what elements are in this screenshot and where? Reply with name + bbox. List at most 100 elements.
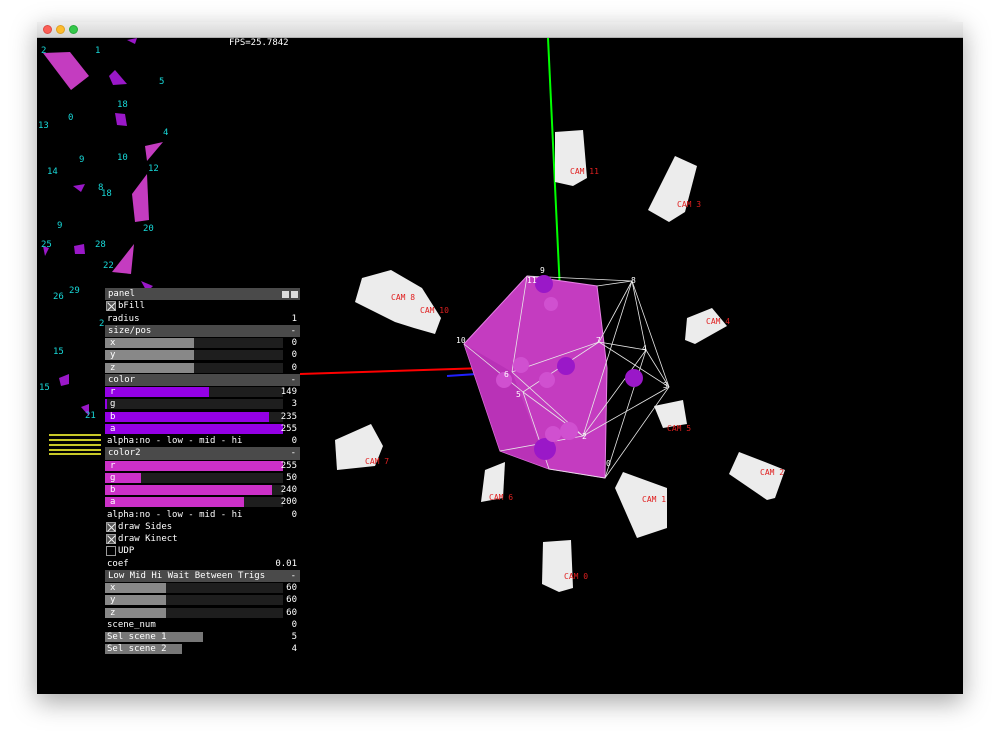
size-pos-y-slider[interactable]: y 0 <box>105 349 300 361</box>
gui-panel[interactable]: panel bFill radius 1 size/pos - x 0 y 0 … <box>105 288 300 656</box>
bfill-toggle[interactable]: bFill <box>105 300 300 312</box>
scene-num-row[interactable]: scene_num 0 <box>105 619 300 631</box>
vertex-label: 0 <box>606 459 611 468</box>
slider-value: 3 <box>291 399 297 410</box>
maximize-button[interactable] <box>69 25 78 34</box>
radius-value: 1 <box>291 313 297 324</box>
x-axis-line <box>299 367 486 375</box>
shape-label: 12 <box>148 164 159 174</box>
color2-header[interactable]: color2 - <box>105 447 300 460</box>
shape-label: 21 <box>85 411 96 421</box>
slider-value: 0 <box>291 338 297 348</box>
draw-kinect-checkbox[interactable] <box>106 534 116 544</box>
color2-a-slider[interactable]: a 200 <box>105 496 300 508</box>
alpha2-selector[interactable]: alpha:no - low - mid - hi 0 <box>105 509 300 521</box>
radius-label: radius <box>107 313 140 324</box>
shape-label: 22 <box>103 261 114 271</box>
panel-header[interactable]: panel <box>105 288 300 301</box>
minimize-button[interactable] <box>56 25 65 34</box>
trigs-header[interactable]: Low Mid Hi Wait Between Trigs - <box>105 569 300 582</box>
yellow-stripes <box>49 434 101 455</box>
close-button[interactable] <box>43 25 52 34</box>
camera-label: CAM 6 <box>489 493 513 502</box>
color2-g-slider[interactable]: g 50 <box>105 472 300 484</box>
draw-sides-checkbox[interactable] <box>106 521 116 532</box>
slider-value: 60 <box>286 595 297 606</box>
slider-value: 0 <box>291 350 297 361</box>
alpha2-label: alpha:no - low - mid - hi <box>107 509 243 520</box>
color-g-slider[interactable]: g 3 <box>105 398 300 410</box>
sel-scene-2-label: Sel scene 2 <box>107 644 167 655</box>
sel-scene-2-slider[interactable]: Sel scene 2 4 <box>105 643 300 655</box>
slider-label: g <box>110 472 116 483</box>
shape-label: 0 <box>68 113 73 123</box>
color-r-slider[interactable]: r 149 <box>105 386 300 398</box>
coef-value: 0.01 <box>275 558 297 569</box>
camera-label: CAM 10 <box>420 306 449 315</box>
shape-label: 9 <box>79 155 84 165</box>
shape-label: 18 <box>117 100 128 110</box>
refresh-icon[interactable] <box>282 291 289 298</box>
shape-label: 14 <box>47 167 58 177</box>
draw-kinect-toggle[interactable]: draw Kinect <box>105 533 300 545</box>
shape-label: 15 <box>39 383 50 393</box>
camera-shape <box>355 270 441 334</box>
udp-checkbox[interactable] <box>106 546 116 557</box>
coef-label: coef <box>107 558 129 569</box>
camera-label: CAM 2 <box>760 468 784 477</box>
alpha-selector[interactable]: alpha:no - low - mid - hi 0 <box>105 435 300 447</box>
camera-shape <box>685 308 727 344</box>
color-collapse[interactable]: - <box>291 374 296 386</box>
shape-label: 4 <box>163 128 168 138</box>
color2-title: color2 <box>108 448 141 459</box>
draw-kinect-label: draw Kinect <box>118 534 178 544</box>
slider-label: b <box>110 411 116 422</box>
slider-label: x <box>110 583 116 593</box>
slider-label: y <box>110 350 116 361</box>
slider-label: x <box>110 338 116 348</box>
save-icon[interactable] <box>291 291 298 298</box>
shape-label: 5 <box>159 77 164 87</box>
radius-row[interactable]: radius 1 <box>105 313 300 325</box>
fps-counter: FPS=25.7842 <box>229 38 289 48</box>
coef-row[interactable]: coef 0.01 <box>105 558 300 570</box>
vertex-label: 10 <box>456 336 466 345</box>
color2-collapse[interactable]: - <box>291 447 296 459</box>
trigs-x-slider[interactable]: x 60 <box>105 582 300 594</box>
alpha2-value: 0 <box>291 509 297 520</box>
polyhedron[interactable] <box>463 275 670 479</box>
sel-scene-1-slider[interactable]: Sel scene 1 5 <box>105 631 300 643</box>
trigs-z-slider[interactable]: z 60 <box>105 607 300 619</box>
slider-value: 200 <box>280 497 297 508</box>
slider-label: z <box>110 607 116 618</box>
color2-r-slider[interactable]: r 255 <box>105 460 300 472</box>
slider-label: a <box>110 423 116 434</box>
color-b-slider[interactable]: b 235 <box>105 411 300 423</box>
slider-value: 240 <box>280 485 297 495</box>
trigs-collapse[interactable]: - <box>291 570 296 582</box>
size-pos-collapse[interactable]: - <box>291 325 296 337</box>
draw-sides-label: draw Sides <box>118 521 173 532</box>
color-a-slider[interactable]: a 255 <box>105 423 300 435</box>
vertex-label: 4 <box>642 344 647 353</box>
slider-label: r <box>110 460 116 471</box>
color2-b-slider[interactable]: b 240 <box>105 484 300 496</box>
shape-label: 29 <box>69 286 80 296</box>
render-canvas[interactable]: 0 1 2 4 5 8 9 9 10 12 13 14 15 15 18 18 … <box>37 38 963 694</box>
camera-shape <box>615 472 667 538</box>
draw-sides-toggle[interactable]: draw Sides <box>105 521 300 533</box>
shape-label: 2 <box>99 319 104 329</box>
camera-label: CAM 4 <box>706 317 730 326</box>
udp-toggle[interactable]: UDP <box>105 545 300 557</box>
size-pos-header[interactable]: size/pos - <box>105 324 300 337</box>
shape-label: 26 <box>53 292 64 302</box>
trigs-title: Low Mid Hi Wait Between Trigs <box>108 570 266 581</box>
bfill-label: bFill <box>118 301 146 312</box>
camera-label: CAM 5 <box>667 424 691 433</box>
slider-label: b <box>110 485 116 495</box>
color-header[interactable]: color - <box>105 373 300 386</box>
bfill-checkbox[interactable] <box>106 301 116 312</box>
size-pos-x-slider[interactable]: x 0 <box>105 337 300 349</box>
size-pos-z-slider[interactable]: z 0 <box>105 362 300 374</box>
trigs-y-slider[interactable]: y 60 <box>105 594 300 606</box>
